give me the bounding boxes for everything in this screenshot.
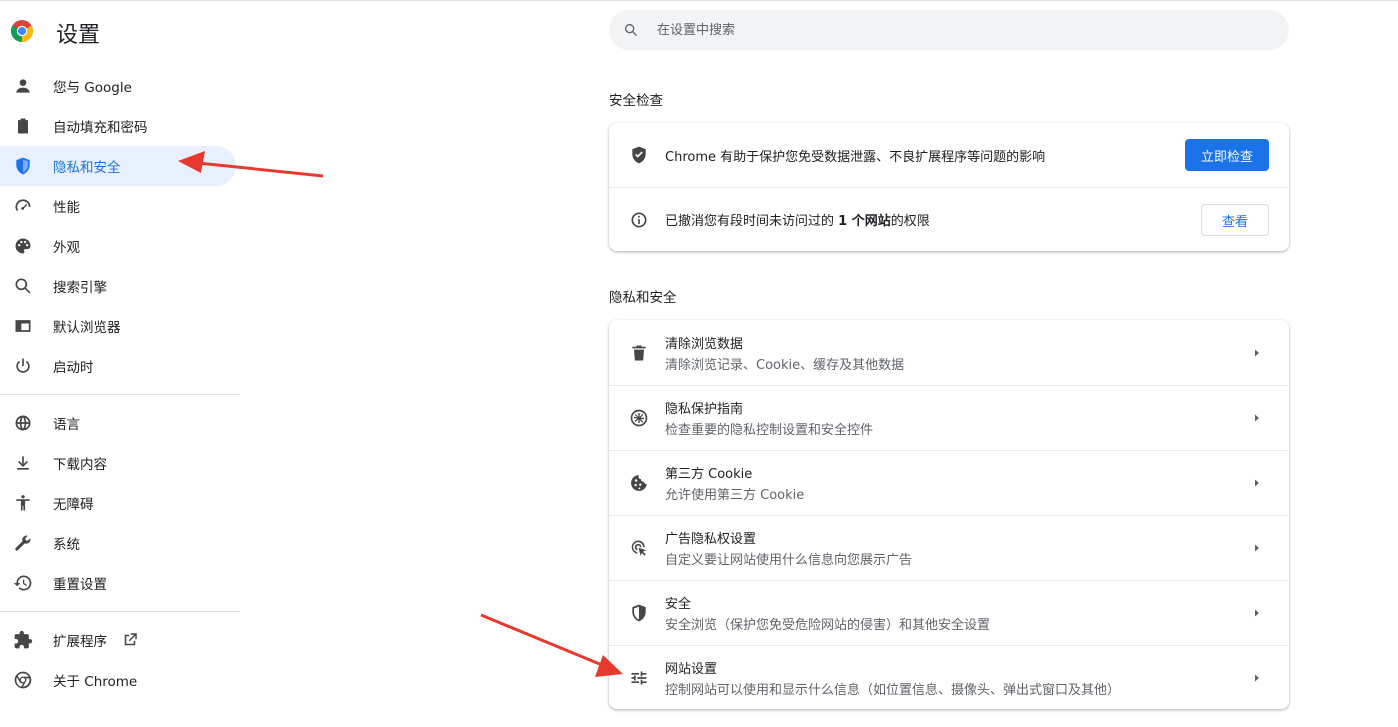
wrench-icon: [13, 533, 33, 553]
chevron-right-icon: [1247, 538, 1267, 558]
power-icon: [13, 356, 33, 376]
search-icon: [625, 24, 637, 36]
sidebar-item-label: 关于 Chrome: [53, 674, 138, 690]
chevron-right-icon: [1247, 408, 1267, 428]
shield-icon: [13, 156, 33, 176]
ad-target-icon: [629, 538, 649, 558]
sidebar-item-label: 搜索引擎: [53, 280, 107, 296]
safety-check-description: Chrome 有助于保护您免受数据泄露、不良扩展程序等问题的影响: [665, 149, 1046, 165]
sidebar-item-reset-settings[interactable]: 重置设置: [0, 563, 236, 603]
security-shield-icon: [629, 603, 649, 623]
info-icon: [629, 210, 649, 230]
sidebar-item-label: 语言: [53, 417, 80, 433]
shield-check-icon: [629, 145, 649, 165]
puzzle-icon: [13, 630, 33, 650]
check-now-button[interactable]: 立即检查: [1184, 139, 1269, 171]
sidebar-item-accessibility[interactable]: 无障碍: [0, 483, 236, 523]
security-row[interactable]: 安全 安全浏览（保护您免受危险网站的侵害）和其他安全设置: [609, 580, 1289, 645]
sidebar-item-label: 您与 Google: [53, 80, 132, 96]
revoked-permissions-row: 已撤消您有段时间未访问过的 1 个网站的权限 查看: [609, 187, 1289, 251]
sidebar-item-label: 无障碍: [53, 497, 94, 513]
privacy-section-title: 隐私和安全: [609, 290, 677, 306]
safety-check-row: Chrome 有助于保护您免受数据泄露、不良扩展程序等问题的影响 立即检查: [609, 123, 1289, 187]
sidebar-item-languages[interactable]: 语言: [0, 403, 236, 443]
chevron-right-icon: [1247, 603, 1267, 623]
safety-check-card: Chrome 有助于保护您免受数据泄露、不良扩展程序等问题的影响 立即检查 已撤…: [609, 123, 1289, 251]
globe-icon: [13, 413, 33, 433]
sidebar-divider: [0, 394, 240, 395]
sidebar-item-extensions[interactable]: 扩展程序: [0, 620, 236, 660]
clear-browsing-data-row[interactable]: 清除浏览数据 清除浏览记录、Cookie、缓存及其他数据: [609, 320, 1289, 385]
ad-privacy-row[interactable]: 广告隐私权设置 自定义要让网站使用什么信息向您展示广告: [609, 515, 1289, 580]
compass-icon: [629, 408, 649, 428]
sidebar-item-downloads[interactable]: 下载内容: [0, 443, 236, 483]
sidebar-item-appearance[interactable]: 外观: [0, 226, 236, 266]
sidebar-item-system[interactable]: 系统: [0, 523, 236, 563]
third-party-cookies-row[interactable]: 第三方 Cookie 允许使用第三方 Cookie: [609, 450, 1289, 515]
annotation-arrow-site-settings: [480, 613, 623, 677]
clipboard-icon: [13, 116, 33, 136]
download-icon: [13, 453, 33, 473]
sidebar-item-label: 默认浏览器: [53, 320, 121, 336]
trash-icon: [629, 343, 649, 363]
sidebar-item-autofill[interactable]: 自动填充和密码: [0, 106, 236, 146]
sidebar-item-label: 扩展程序: [53, 634, 107, 650]
chevron-right-icon: [1247, 343, 1267, 363]
chevron-right-icon: [1247, 668, 1267, 688]
sidebar-item-label: 下载内容: [53, 457, 107, 473]
chrome-logo-icon: [11, 20, 33, 42]
privacy-guide-row[interactable]: 隐私保护指南 检查重要的隐私控制设置和安全控件: [609, 385, 1289, 450]
sidebar-item-on-startup[interactable]: 启动时: [0, 346, 236, 386]
palette-icon: [13, 236, 33, 256]
person-icon: [13, 76, 33, 96]
privacy-card: 清除浏览数据 清除浏览记录、Cookie、缓存及其他数据 隐私保护指南 检查重要的隐…: [609, 320, 1289, 709]
reset-icon: [13, 573, 33, 593]
review-button[interactable]: 查看: [1200, 204, 1269, 236]
site-settings-row[interactable]: 网站设置 控制网站可以使用和显示什么信息（如位置信息、摄像头、弹出式窗口及其他）: [609, 645, 1289, 709]
search-input[interactable]: [655, 21, 1219, 39]
sidebar-item-default-browser[interactable]: 默认浏览器: [0, 306, 236, 346]
open-in-new-icon: [121, 631, 139, 649]
accessibility-icon: [13, 493, 33, 513]
page-title: 设置: [56, 23, 101, 48]
sidebar-item-performance[interactable]: 性能: [0, 186, 236, 226]
sidebar-item-label: 外观: [53, 240, 80, 256]
safety-check-title: 安全检查: [609, 93, 663, 109]
tune-icon: [629, 668, 649, 688]
search-icon: [13, 276, 33, 296]
search-bar[interactable]: [609, 10, 1289, 50]
sidebar-item-privacy[interactable]: 隐私和安全: [0, 146, 236, 186]
sidebar-item-label: 重置设置: [53, 577, 107, 593]
browser-window-icon: [13, 316, 33, 336]
revoked-permissions-text: 已撤消您有段时间未访问过的 1 个网站的权限: [665, 214, 930, 229]
sidebar-item-you-and-google[interactable]: 您与 Google: [0, 66, 236, 106]
sidebar-item-label: 启动时: [53, 360, 94, 376]
chrome-icon: [13, 670, 33, 690]
sidebar-divider: [0, 611, 240, 612]
chevron-right-icon: [1247, 473, 1267, 493]
speedometer-icon: [13, 196, 33, 216]
sidebar-item-label: 系统: [53, 537, 80, 553]
sidebar-item-about-chrome[interactable]: 关于 Chrome: [0, 660, 236, 700]
sidebar-item-label: 隐私和安全: [53, 160, 121, 176]
sidebar-item-label: 性能: [53, 200, 80, 216]
top-border: [0, 0, 1398, 1]
cookie-icon: [629, 473, 649, 493]
sidebar-item-label: 自动填充和密码: [53, 120, 148, 136]
sidebar-item-search-engine[interactable]: 搜索引擎: [0, 266, 236, 306]
